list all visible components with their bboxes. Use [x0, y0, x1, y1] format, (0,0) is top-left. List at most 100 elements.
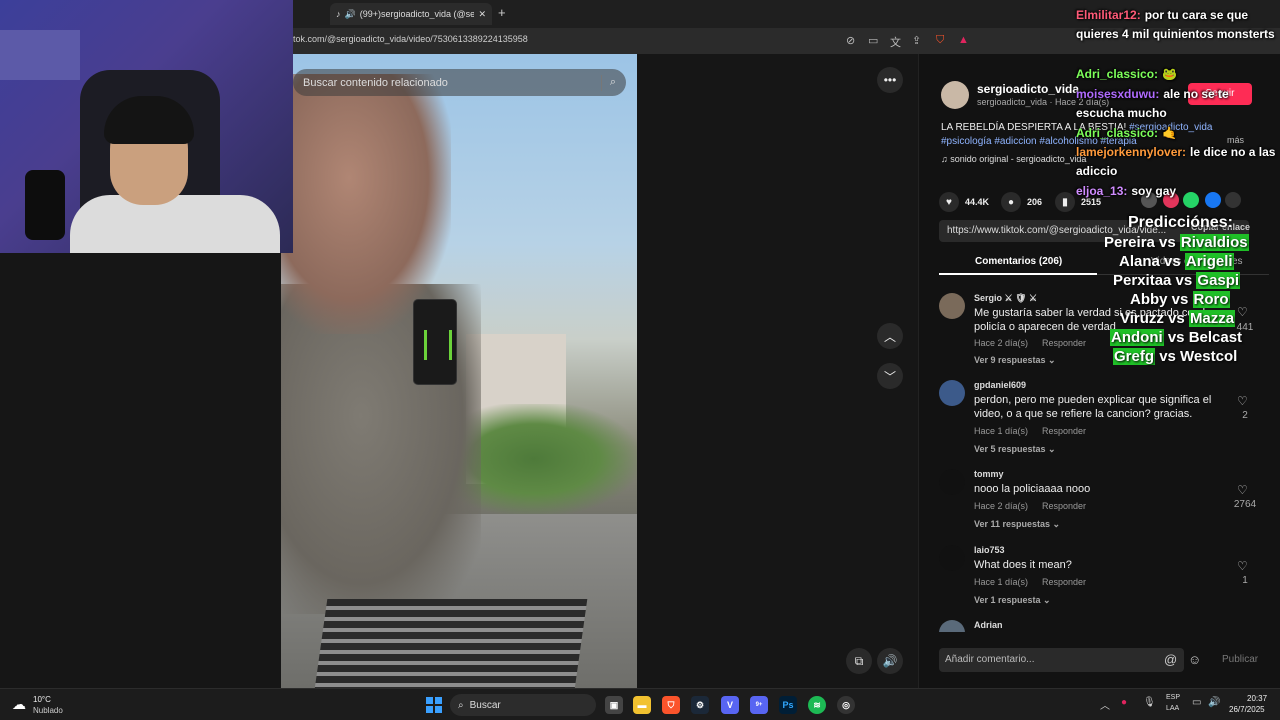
no-tracking-icon[interactable]: ⊘	[846, 34, 855, 47]
reply-button[interactable]: Responder	[1042, 426, 1086, 436]
comment-username[interactable]: gpdaniel609	[974, 380, 1026, 390]
comment-like-icon[interactable]: ♡	[1237, 483, 1248, 497]
spotify-icon[interactable]: ≋	[808, 696, 826, 714]
mention-icon[interactable]: @	[1164, 652, 1177, 667]
taskbar-search[interactable]: ⌕ Buscar	[450, 694, 596, 716]
prediction-vs: vs	[1167, 329, 1185, 346]
prediction-row: Grefg vs Westcol	[1113, 348, 1237, 365]
comment-icon[interactable]: ●	[1001, 192, 1021, 212]
prediction-row: Pereira vs Rivaldios	[1104, 234, 1249, 251]
language-indicator[interactable]: ESP	[1166, 694, 1180, 701]
speaker-icon[interactable]: 🔊	[345, 9, 356, 20]
music-link[interactable]: ♫ sonido original - sergioadicto_vida	[941, 154, 1086, 164]
comment-avatar[interactable]	[939, 620, 965, 632]
comment-avatar[interactable]	[939, 293, 965, 319]
discord-badge: 9+	[755, 702, 763, 708]
vpn-app-icon[interactable]: V	[721, 696, 739, 714]
reply-button[interactable]: Responder	[1042, 338, 1086, 348]
related-search-input[interactable]: Buscar contenido relacionado ⌕	[293, 69, 626, 96]
comment-like-icon[interactable]: ♡	[1237, 394, 1248, 408]
emoji-icon[interactable]: ☺	[1188, 652, 1201, 667]
heart-icon[interactable]: ♥	[939, 192, 959, 212]
share-icon[interactable]: ⇪	[912, 34, 921, 47]
prediction-player-b: Belcast	[1188, 329, 1243, 346]
photoshop-icon[interactable]: Ps	[779, 696, 797, 714]
comment-input[interactable]: Añadir comentario...	[939, 648, 1184, 672]
comment-like-icon[interactable]: ♡	[1237, 559, 1248, 573]
prediction-row: Abby vs Roro	[1130, 291, 1230, 308]
steam-icon[interactable]: ⚙	[691, 696, 709, 714]
new-tab-button[interactable]: +	[498, 5, 506, 20]
comment-avatar[interactable]	[939, 469, 965, 495]
comment-stat[interactable]: ● 206	[1001, 192, 1042, 212]
comment-avatar[interactable]	[939, 380, 965, 406]
prediction-row: Viruzz vs Mazza	[1120, 310, 1236, 327]
comment-username[interactable]: Adrian	[974, 620, 1003, 630]
reply-button[interactable]: Responder	[1042, 577, 1086, 587]
comment-username[interactable]: tommy	[974, 469, 1004, 479]
video-player[interactable]	[281, 54, 637, 688]
clock-time[interactable]: 20:37	[1247, 694, 1267, 703]
monster-can	[413, 299, 457, 385]
view-replies-button[interactable]: Ver 11 respuestas ⌄	[974, 519, 1060, 530]
start-button[interactable]	[426, 697, 442, 713]
volume-button[interactable]: 🔊	[877, 648, 903, 674]
view-replies-button[interactable]: Ver 5 respuestas ⌄	[974, 444, 1056, 455]
view-replies-button[interactable]: Ver 9 respuestas ⌄	[974, 355, 1056, 366]
prediction-player-a: Pereira	[1104, 234, 1155, 251]
search-icon[interactable]: ⌕	[610, 76, 616, 89]
publish-button[interactable]: Publicar	[1222, 654, 1258, 665]
tab-close-icon[interactable]: ✕	[478, 9, 486, 20]
file-explorer-icon[interactable]: ▬	[633, 696, 651, 714]
streamer-webcam	[0, 0, 293, 253]
chevron-up-icon[interactable]: ︿	[1100, 697, 1110, 712]
view-replies-button[interactable]: Ver 1 respuesta ⌄	[974, 595, 1051, 606]
volume-icon[interactable]: 🔊	[1208, 697, 1220, 708]
url-text[interactable]: tok.com/@sergioadicto_vida/video/7530613…	[293, 34, 528, 44]
tray-app-icon[interactable]: ●	[1121, 697, 1127, 708]
comment-text: perdon, pero me pueden explicar que sign…	[974, 394, 1212, 420]
prediction-winner: Grefg	[1113, 348, 1156, 365]
cast-icon[interactable]: ▭	[868, 34, 878, 47]
more-options-button[interactable]: •••	[877, 67, 903, 93]
cloud-icon[interactable]: ☁	[12, 696, 26, 713]
windows-logo-tile	[426, 697, 433, 704]
weather-description[interactable]: Nublado	[33, 706, 63, 715]
microphone-icon[interactable]: 🎙	[1143, 697, 1156, 708]
brave-browser-icon[interactable]: ⛉	[662, 696, 680, 714]
author-avatar[interactable]	[941, 81, 969, 109]
comment-like-icon[interactable]: ♡	[1237, 305, 1248, 319]
task-view-icon[interactable]: ▣	[605, 696, 623, 714]
comment-avatar[interactable]	[939, 545, 965, 571]
webcam-hoodie	[70, 195, 280, 253]
chat-username: moisesxduwu:	[1076, 87, 1160, 101]
clock-date[interactable]: 26/7/2025	[1229, 705, 1265, 714]
brave-rewards-icon[interactable]: ▲	[958, 34, 969, 46]
obs-icon[interactable]: ◎	[837, 696, 855, 714]
comment-username[interactable]: laio753	[974, 545, 1005, 555]
like-stat[interactable]: ♥ 44.4K	[939, 192, 989, 212]
network-icon[interactable]: ▭	[1192, 697, 1201, 708]
chat-username: lamejorkennylover:	[1076, 145, 1187, 159]
divider	[600, 74, 602, 91]
discord-icon[interactable]: 9+	[750, 696, 768, 714]
comment-text: nooo la policiaaaa nooo	[974, 483, 1091, 495]
weather-temperature[interactable]: 10°C	[33, 695, 51, 704]
tiktok-icon: ♪	[336, 9, 341, 19]
chat-username: Elmilitar12:	[1076, 8, 1141, 22]
chat-username: eljoa_13:	[1076, 184, 1128, 198]
tab-comments[interactable]: Comentarios (206)	[975, 256, 1062, 267]
chat-username: Adri_classico:	[1076, 67, 1159, 81]
keyboard-layout-indicator[interactable]: LAA	[1166, 705, 1179, 712]
brave-shield-icon[interactable]: ⛉	[936, 34, 944, 47]
author-name[interactable]: sergioadicto_vida	[977, 82, 1079, 96]
reply-button[interactable]: Responder	[1042, 501, 1086, 511]
comment-time: Hace 1 día(s)	[974, 426, 1029, 436]
pip-button[interactable]: ⧉	[846, 648, 872, 674]
translate-icon[interactable]: 文	[890, 34, 901, 50]
previous-video-button[interactable]: ︿	[877, 323, 903, 349]
browser-tab[interactable]: ♪ 🔊 (99+)sergioadicto_vida (@ser ✕	[330, 3, 492, 25]
prediction-vs: vs	[1159, 348, 1176, 365]
next-video-button[interactable]: ﹀	[877, 363, 903, 389]
comment-username[interactable]: Sergio ⚔ 🛡 ⚔	[974, 293, 1037, 304]
